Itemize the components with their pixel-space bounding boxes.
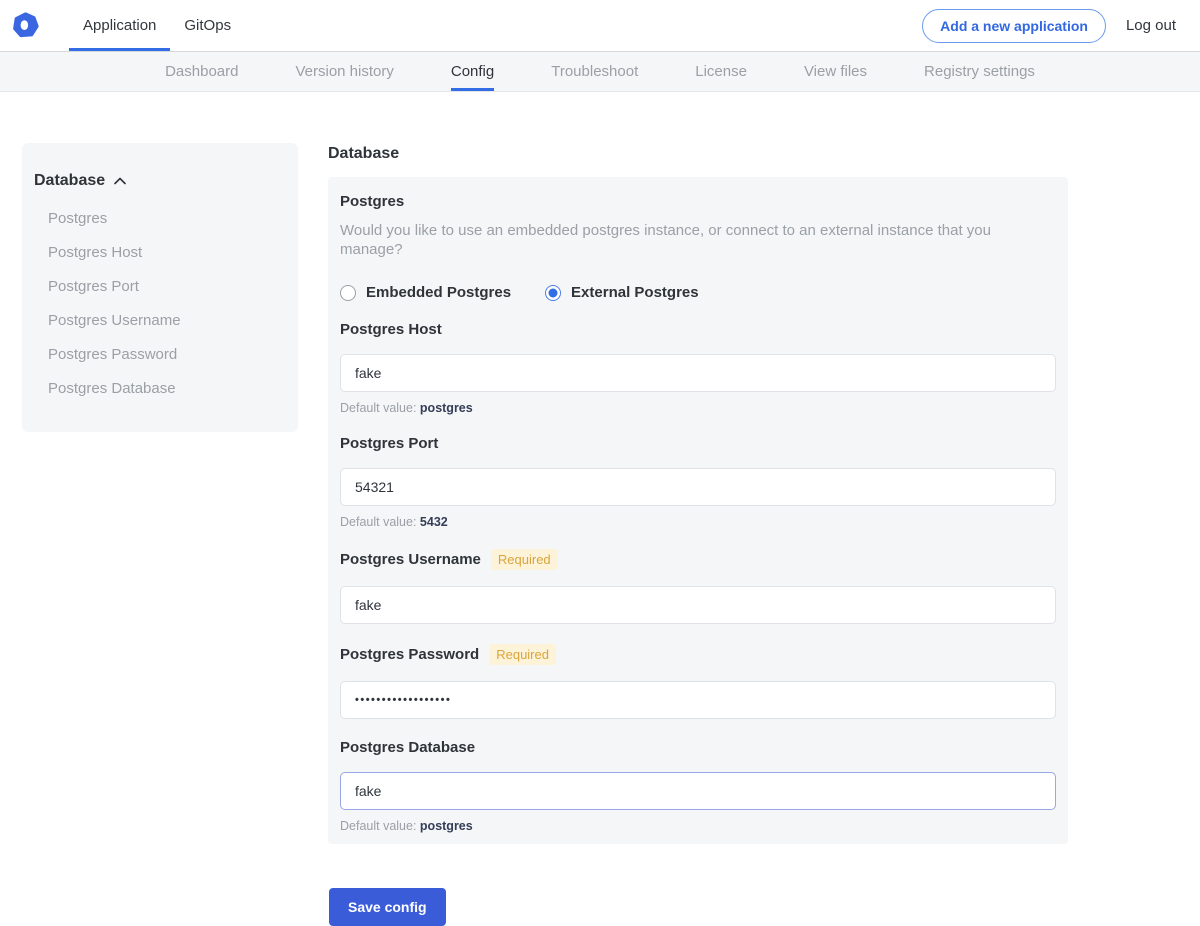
subnav-dashboard[interactable]: Dashboard [165,52,238,91]
postgres-port-label: Postgres Port [340,435,438,452]
sidebar-group-label: Database [34,172,105,190]
postgres-username-input[interactable] [340,586,1056,624]
app-logo-icon[interactable] [12,12,39,39]
postgres-host-label: Postgres Host [340,321,442,338]
postgres-port-input[interactable] [340,468,1056,506]
subnav-version-history[interactable]: Version history [295,52,393,91]
default-value: postgres [420,401,473,415]
default-value: postgres [420,819,473,833]
sidebar-item-postgres-host[interactable]: Postgres Host [33,236,286,270]
postgres-host-input[interactable] [340,354,1056,392]
postgres-database-default: Default value: postgres [340,819,1056,833]
subnav-registry-settings[interactable]: Registry settings [924,52,1035,91]
header-right: Add a new application Log out [922,9,1176,43]
field-postgres-port: Postgres Port Default value: 5432 [340,435,1056,529]
postgres-database-input[interactable] [340,772,1056,810]
content-area: Database Postgres Postgres Host Postgres… [0,92,1200,926]
radio-embedded-postgres-label: Embedded Postgres [366,284,511,301]
postgres-port-default: Default value: 5432 [340,515,1056,529]
field-postgres-host: Postgres Host Default value: postgres [340,321,1056,415]
subnav-troubleshoot[interactable]: Troubleshoot [551,52,638,91]
app-subnav: Dashboard Version history Config Trouble… [0,52,1200,92]
postgres-password-label: Postgres Password [340,646,479,663]
subnav-license[interactable]: License [695,52,747,91]
required-badge: Required [489,644,556,665]
default-label: Default value: [340,401,416,415]
tab-application[interactable]: Application [69,0,170,51]
radio-checked-icon[interactable] [545,285,561,301]
chevron-up-icon [114,177,126,185]
top-header: Application GitOps Add a new application… [0,0,1200,52]
sidebar-item-postgres-port[interactable]: Postgres Port [33,270,286,304]
sidebar-item-postgres[interactable]: Postgres [33,202,286,236]
radio-external-postgres[interactable]: External Postgres [545,284,699,301]
postgres-radio-group: Embedded Postgres External Postgres [340,284,1056,301]
field-postgres-username: Postgres Username Required [340,549,1056,624]
save-config-button[interactable]: Save config [329,888,446,926]
field-postgres-database: Postgres Database Default value: postgre… [340,739,1056,833]
default-label: Default value: [340,515,416,529]
radio-unchecked-icon[interactable] [340,285,356,301]
logout-link[interactable]: Log out [1126,17,1176,34]
sidebar-group-database[interactable]: Database [33,172,286,190]
subnav-view-files[interactable]: View files [804,52,867,91]
postgres-database-label: Postgres Database [340,739,475,756]
postgres-password-input[interactable] [340,681,1056,719]
postgres-host-default: Default value: postgres [340,401,1056,415]
postgres-username-label: Postgres Username [340,551,481,568]
header-tabs: Application GitOps [69,0,245,51]
default-label: Default value: [340,819,416,833]
radio-external-postgres-label: External Postgres [571,284,699,301]
sidebar-item-postgres-password[interactable]: Postgres Password [33,338,286,372]
radio-group-help-text: Would you like to use an embedded postgr… [340,221,1056,259]
radio-embedded-postgres[interactable]: Embedded Postgres [340,284,511,301]
field-postgres-password: Postgres Password Required [340,644,1056,719]
default-value: 5432 [420,515,448,529]
tab-gitops[interactable]: GitOps [170,0,245,51]
sidebar-list: Postgres Postgres Host Postgres Port Pos… [33,202,286,406]
sidebar-item-postgres-database[interactable]: Postgres Database [33,372,286,406]
config-main: Database Postgres Would you like to use … [328,143,1068,926]
config-group-card: Postgres Would you like to use an embedd… [328,177,1068,844]
config-sidebar: Database Postgres Postgres Host Postgres… [22,143,298,432]
required-badge: Required [491,549,558,570]
subnav-config[interactable]: Config [451,52,494,91]
sidebar-item-postgres-username[interactable]: Postgres Username [33,304,286,338]
radio-group-label: Postgres [340,193,1056,210]
section-title: Database [328,145,1068,163]
add-new-application-button[interactable]: Add a new application [922,9,1106,43]
